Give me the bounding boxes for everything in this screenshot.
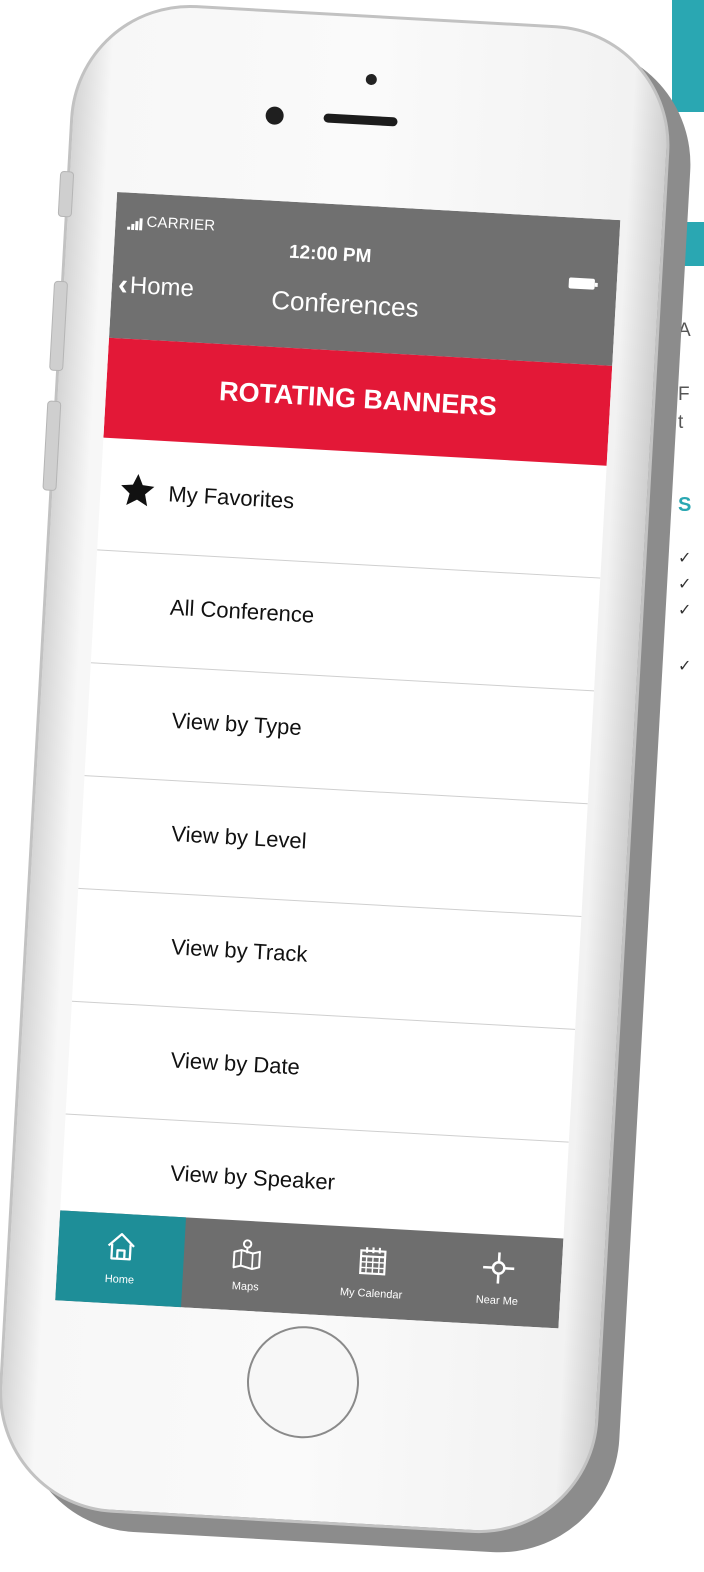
tab-my-calendar[interactable]: My Calendar bbox=[307, 1224, 438, 1321]
signal-bars-icon bbox=[127, 213, 144, 231]
mute-switch bbox=[57, 170, 75, 218]
menu-item-label: View by Date bbox=[170, 1047, 301, 1080]
tab-label: Home bbox=[104, 1273, 135, 1287]
checkmark-icon: ✓ bbox=[678, 602, 692, 619]
accent-bar bbox=[672, 0, 704, 112]
conference-menu: My Favorites All Conference View by Type… bbox=[59, 437, 607, 1256]
tab-label: Near Me bbox=[475, 1293, 519, 1309]
banner-text: ROTATING BANNERS bbox=[218, 376, 498, 422]
home-button[interactable] bbox=[243, 1323, 363, 1442]
menu-item-label: View by Type bbox=[171, 707, 303, 741]
checkmark-icon: ✓ bbox=[678, 550, 692, 567]
carrier-label: CARRIER bbox=[146, 213, 216, 235]
back-label: Home bbox=[129, 271, 195, 303]
menu-item-label: View by Level bbox=[170, 821, 308, 854]
menu-item-label: View by Speaker bbox=[169, 1160, 336, 1195]
phone-mockup: CARRIER 12:00 PM ‹ Home Conferences ROTA… bbox=[0, 0, 697, 1559]
calendar-icon bbox=[359, 1247, 387, 1276]
proximity-sensor bbox=[365, 73, 378, 86]
menu-item-label: My Favorites bbox=[167, 481, 295, 514]
star-icon bbox=[121, 473, 155, 507]
volume-up-button bbox=[49, 280, 69, 372]
menu-item-label: View by Track bbox=[170, 934, 309, 967]
tab-label: Maps bbox=[231, 1280, 260, 1294]
side-subheading: S bbox=[678, 494, 692, 516]
chevron-left-icon: ‹ bbox=[117, 268, 129, 302]
side-text-line: t bbox=[678, 412, 684, 433]
marketing-page: A F t S ✓ ✓ ✓ ✓ CARRIER 12:00 PM ‹ Home … bbox=[0, 0, 704, 1572]
status-time: 12:00 PM bbox=[288, 241, 372, 268]
checkmark-icon: ✓ bbox=[678, 576, 692, 593]
app-screen: CARRIER 12:00 PM ‹ Home Conferences ROTA… bbox=[55, 191, 621, 1329]
home-icon bbox=[107, 1232, 135, 1261]
checkmark-icon: ✓ bbox=[678, 658, 692, 675]
tab-label: My Calendar bbox=[339, 1286, 403, 1302]
menu-item-label: All Conference bbox=[169, 594, 315, 628]
side-text-line: F bbox=[678, 384, 690, 405]
carrier-indicator: CARRIER bbox=[127, 213, 216, 235]
tab-maps[interactable]: Maps bbox=[181, 1217, 312, 1314]
tab-home[interactable]: Home bbox=[55, 1210, 187, 1308]
map-icon bbox=[232, 1239, 261, 1271]
battery-icon bbox=[568, 277, 596, 290]
page-title: Conferences bbox=[270, 284, 420, 323]
tab-near-me[interactable]: Near Me bbox=[433, 1231, 564, 1328]
front-camera bbox=[265, 106, 285, 126]
phone-body: CARRIER 12:00 PM ‹ Home Conferences ROTA… bbox=[0, 0, 676, 1540]
earpiece-speaker bbox=[323, 113, 398, 127]
location-crosshair-icon bbox=[483, 1252, 515, 1284]
volume-down-button bbox=[42, 400, 62, 492]
back-button[interactable]: ‹ Home bbox=[117, 268, 195, 304]
top-bar: CARRIER 12:00 PM ‹ Home Conferences bbox=[109, 191, 621, 366]
